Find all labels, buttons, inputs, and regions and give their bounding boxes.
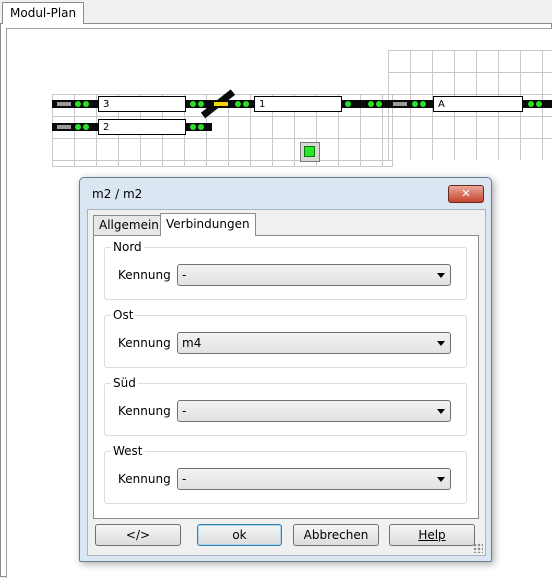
dialog-title: m2 / m2	[92, 187, 143, 201]
signal-green-light	[345, 101, 351, 107]
group-title-nord: Nord	[111, 240, 144, 254]
kennung-sued-select[interactable]: -	[177, 400, 451, 422]
module-status-indicator	[304, 146, 315, 157]
block-2[interactable]: 2	[98, 119, 186, 135]
verbindungen-panel: Nord Kennung - Ost Kennung m4 Süd Kennun…	[93, 235, 479, 519]
signal-green-light	[368, 101, 374, 107]
signal-base	[393, 102, 407, 106]
module-m2-tile[interactable]	[300, 142, 320, 162]
signal-green-light	[75, 124, 81, 130]
code-button[interactable]: </>	[95, 524, 181, 546]
tab-allgemein[interactable]: Allgemein	[93, 215, 165, 235]
select-value: -	[182, 404, 187, 418]
close-icon: ✕	[461, 187, 471, 200]
signal-green-light	[528, 101, 534, 107]
group-nord: Nord Kennung -	[104, 240, 467, 300]
signal-green-light	[75, 101, 81, 107]
connections-dialog: m2 / m2 ✕ Allgemein Verbindungen Nord Ke…	[79, 177, 492, 562]
dropdown-arrow-icon	[437, 409, 445, 414]
signal-green-light	[235, 101, 241, 107]
select-value: m4	[182, 336, 202, 350]
resize-grip[interactable]	[473, 543, 483, 553]
signal-green-light	[83, 101, 89, 107]
kennung-label: Kennung	[118, 404, 171, 418]
kennung-nord-select[interactable]: -	[177, 264, 451, 286]
group-title-sued: Süd	[111, 376, 138, 390]
dialog-body: Allgemein Verbindungen Nord Kennung - Os…	[87, 209, 486, 556]
kennung-ost-select[interactable]: m4	[177, 332, 451, 354]
signal-yellow-light	[214, 102, 228, 106]
ok-button[interactable]: ok	[197, 524, 282, 546]
signal-green-light	[412, 101, 418, 107]
dropdown-arrow-icon	[437, 477, 445, 482]
tab-verbindungen[interactable]: Verbindungen	[160, 213, 256, 236]
signal-green-light	[83, 124, 89, 130]
block-1[interactable]: 1	[254, 96, 342, 112]
help-button[interactable]: Help	[389, 524, 475, 546]
select-value: -	[182, 472, 187, 486]
signal-green-light	[376, 101, 382, 107]
signal-green-light	[243, 101, 249, 107]
cancel-button[interactable]: Abbrechen	[293, 524, 379, 546]
group-title-west: West	[111, 444, 145, 458]
close-button[interactable]: ✕	[448, 185, 484, 203]
signal-green-light	[198, 124, 204, 130]
group-ost: Ost Kennung m4	[104, 308, 467, 368]
tab-modul-plan[interactable]: Modul-Plan	[2, 2, 85, 24]
group-west: West Kennung -	[104, 444, 467, 504]
signal-base	[57, 102, 71, 106]
signal-base	[57, 125, 71, 129]
signal-green-light	[190, 124, 196, 130]
group-sued: Süd Kennung -	[104, 376, 467, 436]
kennung-label: Kennung	[118, 472, 171, 486]
select-value: -	[182, 268, 187, 282]
signal-green-light	[420, 101, 426, 107]
block-a[interactable]: A	[433, 96, 523, 112]
help-button-label: Help	[418, 528, 446, 542]
kennung-label: Kennung	[118, 268, 171, 282]
signal-green-light	[190, 101, 196, 107]
kennung-west-select[interactable]: -	[177, 468, 451, 490]
signal-green-light	[198, 101, 204, 107]
kennung-label: Kennung	[118, 336, 171, 350]
dropdown-arrow-icon	[437, 273, 445, 278]
group-title-ost: Ost	[111, 308, 136, 322]
block-3[interactable]: 3	[98, 96, 186, 112]
dropdown-arrow-icon	[437, 341, 445, 346]
signal-green-light	[536, 101, 542, 107]
